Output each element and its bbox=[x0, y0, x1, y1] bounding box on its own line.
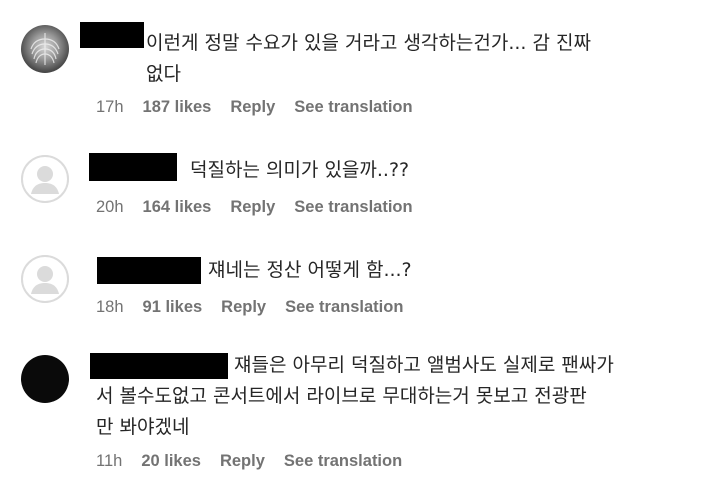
see-translation-button[interactable]: See translation bbox=[284, 452, 402, 471]
avatar[interactable] bbox=[21, 355, 69, 403]
reply-button[interactable]: Reply bbox=[220, 452, 265, 471]
avatar[interactable] bbox=[21, 25, 69, 73]
reply-button[interactable]: Reply bbox=[221, 298, 266, 317]
comment-time: 11h bbox=[96, 452, 123, 470]
comment-actions: 11h 20 likes Reply See translation bbox=[96, 452, 402, 471]
comment-time: 20h bbox=[96, 198, 124, 216]
comment-time: 17h bbox=[96, 98, 124, 116]
avatar[interactable] bbox=[21, 155, 69, 203]
comment-text: 쟤네는 정산 어떻게 함...? bbox=[208, 259, 412, 281]
see-translation-button[interactable]: See translation bbox=[285, 298, 403, 317]
comment-text: 덕질하는 의미가 있을까..?? bbox=[190, 159, 410, 181]
comment-actions: 20h 164 likes Reply See translation bbox=[96, 198, 413, 217]
default-user-icon bbox=[21, 255, 69, 303]
likes-count[interactable]: 164 likes bbox=[143, 198, 212, 217]
see-translation-button[interactable]: See translation bbox=[294, 198, 412, 217]
see-translation-button[interactable]: See translation bbox=[294, 98, 412, 117]
likes-count[interactable]: 187 likes bbox=[143, 98, 212, 117]
comment-time: 18h bbox=[96, 298, 124, 316]
comment-text: 쟤들은 아무리 덕질하고 앨범사도 실제로 팬싸가 서 볼수도없고 콘서트에서 … bbox=[96, 354, 614, 438]
redacted-username bbox=[97, 257, 201, 284]
reply-button[interactable]: Reply bbox=[230, 98, 275, 117]
likes-count[interactable]: 20 likes bbox=[141, 452, 201, 471]
comment-actions: 17h 187 likes Reply See translation bbox=[96, 98, 413, 117]
default-user-icon bbox=[21, 155, 69, 203]
reply-button[interactable]: Reply bbox=[230, 198, 275, 217]
avatar[interactable] bbox=[21, 255, 69, 303]
comment-actions: 18h 91 likes Reply See translation bbox=[96, 298, 403, 317]
comment-text: 이런게 정말 수요가 있을 거라고 생각하는건가... 감 진짜 없다 bbox=[146, 32, 591, 85]
redacted-username bbox=[89, 153, 177, 181]
likes-count[interactable]: 91 likes bbox=[143, 298, 203, 317]
redacted-username bbox=[80, 22, 144, 48]
